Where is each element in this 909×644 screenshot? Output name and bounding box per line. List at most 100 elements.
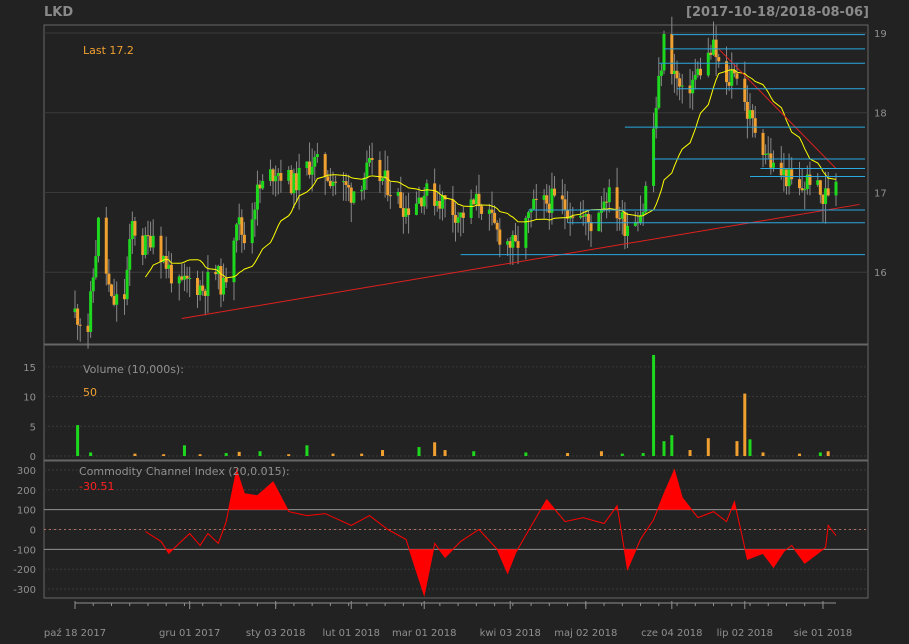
candle-body bbox=[495, 222, 499, 230]
candle-body bbox=[289, 169, 293, 194]
candle-body bbox=[474, 193, 478, 205]
candle-body bbox=[480, 206, 484, 214]
x-axis-tick-label: sty 03 2018 bbox=[246, 628, 306, 639]
candle-body bbox=[800, 188, 804, 191]
volume-bar bbox=[133, 453, 137, 456]
candle-body bbox=[261, 180, 265, 189]
candle-body bbox=[420, 197, 424, 207]
candle-body bbox=[250, 219, 254, 244]
candle-body bbox=[188, 278, 192, 280]
candle-body bbox=[623, 212, 627, 236]
candle-body bbox=[268, 169, 272, 181]
candle-body bbox=[821, 194, 825, 204]
candle-body bbox=[563, 199, 567, 210]
candle-body bbox=[769, 153, 773, 168]
candle-body bbox=[195, 278, 199, 295]
candle-body bbox=[680, 85, 684, 87]
candle-body bbox=[404, 208, 408, 217]
volume-last-value: 50 bbox=[83, 386, 97, 399]
volume-bar bbox=[287, 454, 291, 456]
volume-bar bbox=[688, 450, 692, 456]
candle-body bbox=[712, 39, 716, 55]
candle-body bbox=[693, 74, 697, 80]
candle-body bbox=[584, 213, 588, 217]
candle-body bbox=[803, 189, 807, 191]
candle-body bbox=[76, 308, 80, 325]
candle-body bbox=[323, 154, 327, 177]
candle-body bbox=[727, 82, 731, 86]
candle-body bbox=[341, 181, 345, 183]
volume-bar bbox=[381, 450, 385, 456]
x-axis-tick-label: mar 01 2018 bbox=[392, 628, 457, 639]
candle-body bbox=[313, 157, 317, 167]
candle-body bbox=[146, 235, 150, 237]
candle-body bbox=[688, 85, 692, 94]
candle-body bbox=[206, 271, 210, 296]
cci-y-tick-label: 100 bbox=[17, 506, 36, 517]
candle-body bbox=[78, 324, 82, 326]
volume-bar bbox=[735, 441, 739, 456]
volume-bar bbox=[258, 451, 262, 456]
candle-body bbox=[370, 158, 374, 160]
x-axis-tick-label: lip 02 2018 bbox=[717, 628, 773, 639]
x-axis-tick-label: paź 18 2017 bbox=[44, 627, 106, 639]
volume-bar bbox=[670, 435, 674, 456]
candle-body bbox=[130, 221, 134, 240]
candle-body bbox=[242, 234, 246, 244]
cci-y-tick-label: 200 bbox=[17, 486, 36, 497]
volume-bar bbox=[443, 450, 447, 456]
candle-body bbox=[790, 169, 794, 180]
candle-body bbox=[706, 52, 710, 76]
candle-body bbox=[469, 199, 473, 218]
volume-bar bbox=[599, 451, 603, 456]
candle-body bbox=[657, 75, 661, 108]
candle-body bbox=[691, 79, 695, 94]
candle-body bbox=[764, 153, 768, 155]
candle-body bbox=[149, 235, 153, 248]
candle-body bbox=[571, 216, 575, 218]
volume-bar bbox=[566, 453, 570, 456]
candle-body bbox=[386, 170, 390, 196]
volume-bar bbox=[331, 453, 335, 456]
candle-body bbox=[498, 229, 502, 245]
candle-body bbox=[107, 273, 111, 285]
candle-body bbox=[182, 275, 186, 280]
candle-body bbox=[586, 213, 590, 223]
candle-body bbox=[818, 180, 822, 195]
volume-y-tick-label: 5 bbox=[30, 422, 36, 433]
candle-body bbox=[435, 200, 439, 206]
candle-body bbox=[360, 189, 364, 192]
candle-body bbox=[349, 187, 353, 203]
candle-body bbox=[524, 218, 528, 248]
candle-body bbox=[287, 169, 291, 181]
candle-body bbox=[164, 256, 168, 269]
candle-body bbox=[253, 209, 257, 220]
candle-body bbox=[240, 217, 244, 235]
candle-body bbox=[618, 218, 622, 220]
x-axis-tick-label: gru 01 2017 bbox=[159, 628, 220, 639]
candle-body bbox=[91, 277, 95, 292]
candle-body bbox=[235, 224, 239, 241]
price-y-tick-label: 16 bbox=[874, 268, 887, 279]
volume-bar bbox=[826, 451, 830, 456]
candle-body bbox=[203, 290, 207, 296]
candle-body bbox=[581, 215, 585, 217]
candle-body bbox=[589, 222, 593, 232]
candle-body bbox=[417, 197, 421, 204]
candle-body bbox=[714, 39, 718, 58]
candle-body bbox=[279, 173, 283, 181]
cci-panel-title: Commodity Channel Index (20,0.015): bbox=[79, 465, 290, 478]
last-price-label: Last 17.2 bbox=[83, 44, 134, 57]
candle-body bbox=[553, 188, 557, 196]
volume-bar bbox=[743, 393, 747, 456]
candle-body bbox=[654, 107, 658, 129]
candle-body bbox=[276, 173, 280, 176]
candle-body bbox=[626, 225, 630, 236]
volume-bar bbox=[818, 452, 822, 456]
candle-body bbox=[180, 276, 184, 280]
cci-y-tick-label: 300 bbox=[17, 466, 36, 477]
candle-body bbox=[717, 57, 721, 62]
volume-bar bbox=[198, 454, 202, 456]
candle-body bbox=[824, 188, 828, 204]
candle-body bbox=[219, 266, 223, 295]
